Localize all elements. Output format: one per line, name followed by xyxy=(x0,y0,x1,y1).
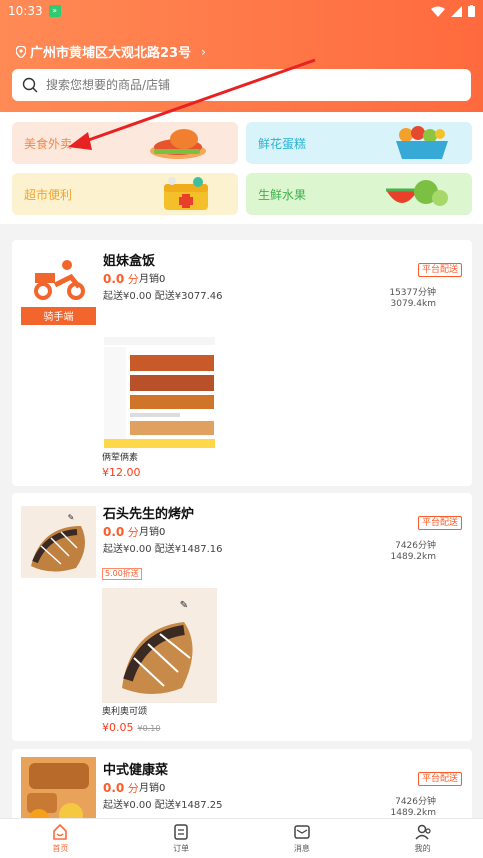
product-image[interactable]: ✎ xyxy=(102,588,217,703)
store-card[interactable]: ✎ 石头先生的烤炉 0.0 分 月销0 起送¥0.00 配送¥1487.16 平… xyxy=(12,493,472,741)
platform-delivery-badge: 平台配送 xyxy=(417,772,462,786)
store-logo: ✎ xyxy=(21,506,96,578)
category-label: 超市便利 xyxy=(24,188,73,202)
food-plate-icon xyxy=(150,129,206,159)
bottom-tab-bar: 首页 订单 消息 我的 xyxy=(0,818,483,858)
product-name: 俩荤俩素 xyxy=(102,453,139,463)
orders-icon xyxy=(174,824,188,840)
tab-label: 消息 xyxy=(293,844,310,853)
store-score-unit: 分 xyxy=(127,526,139,539)
medical-kit-icon xyxy=(164,177,208,210)
category-fresh-fruit[interactable]: 生鲜水果 xyxy=(246,173,472,215)
store-distance: 1489.2km xyxy=(390,808,436,818)
tab-label: 首页 xyxy=(52,844,69,853)
store-score-unit: 分 xyxy=(127,273,139,286)
status-bar: 10:33 » xyxy=(0,0,483,22)
category-food-delivery[interactable]: 美食外卖 xyxy=(12,122,238,164)
profile-icon xyxy=(415,824,431,840)
logo-text: 骑手端 xyxy=(44,310,74,323)
location-text: 广州市黄埔区大观北路23号 xyxy=(30,46,192,61)
store-name: 中式健康菜 xyxy=(103,763,169,778)
store-sales: 月销0 xyxy=(139,274,166,285)
product-image[interactable] xyxy=(102,335,217,450)
store-card[interactable]: 中式健康菜 0.0 分 月销0 起送¥0.00 配送¥1487.25 平台配送 … xyxy=(12,749,472,829)
status-time: 10:33 xyxy=(8,4,43,18)
store-delivery-time: 7426分钟 xyxy=(395,797,436,807)
store-name: 石头先生的烤炉 xyxy=(103,507,195,522)
store-delivery-fee: 起送¥0.00 配送¥3077.46 xyxy=(103,291,223,302)
store-sales: 月销0 xyxy=(139,527,166,538)
store-score: 0.0 分 xyxy=(103,271,139,287)
flower-basket-icon xyxy=(396,126,448,159)
app-notification-icon: » xyxy=(48,5,61,17)
store-score-unit: 分 xyxy=(127,782,139,795)
chevron-right-icon: › xyxy=(201,44,206,59)
store-delivery-time: 7426分钟 xyxy=(395,541,436,551)
tab-home[interactable]: 首页 xyxy=(0,819,121,858)
store-score-value: 0.0 xyxy=(103,781,125,795)
product-price: ¥12.00 xyxy=(102,466,141,479)
discount-badge: 5.00折送 xyxy=(102,568,142,580)
category-label: 生鲜水果 xyxy=(258,188,307,202)
product-price: ¥0.05 ¥0.10 xyxy=(102,721,160,734)
store-name: 姐妹盒饭 xyxy=(103,254,156,269)
search-input[interactable] xyxy=(46,78,461,92)
store-delivery-fee: 起送¥0.00 配送¥1487.25 xyxy=(103,800,223,811)
product-price-old: ¥0.10 xyxy=(137,724,161,733)
store-delivery-fee: 起送¥0.00 配送¥1487.16 xyxy=(103,544,223,555)
category-label: 鲜花蛋糕 xyxy=(258,137,307,151)
message-icon xyxy=(294,825,310,839)
platform-delivery-badge: 平台配送 xyxy=(417,516,462,530)
signal-icon xyxy=(451,5,462,17)
store-score: 0.0 分 xyxy=(103,524,139,540)
wifi-icon xyxy=(431,6,445,17)
category-supermarket[interactable]: 超市便利 xyxy=(12,173,238,215)
tab-label: 订单 xyxy=(173,844,190,853)
search-icon xyxy=(22,77,38,93)
store-distance: 1489.2km xyxy=(390,552,436,562)
svg-text:✎: ✎ xyxy=(180,600,188,611)
store-sales: 月销0 xyxy=(139,783,166,794)
tab-label: 我的 xyxy=(414,844,431,853)
category-panel: 美食外卖 鲜花蛋糕 超市便利 生鲜水果 xyxy=(0,112,483,224)
store-card[interactable]: 骑手端 姐妹盒饭 0.0 分 月销0 起送¥0.00 配送¥3077.46 平台… xyxy=(12,240,472,486)
product-name: 奥利奥可颂 xyxy=(102,707,148,717)
fruit-icon xyxy=(386,180,448,206)
platform-delivery-badge: 平台配送 xyxy=(417,263,462,277)
search-bar[interactable] xyxy=(12,69,471,101)
product-price-current: ¥0.05 xyxy=(102,721,134,734)
location-pin-icon xyxy=(16,45,26,58)
status-icons xyxy=(431,5,475,17)
store-delivery-time: 15377分钟 xyxy=(389,288,436,298)
svg-text:✎: ✎ xyxy=(68,513,75,522)
tab-messages[interactable]: 消息 xyxy=(242,819,363,858)
store-distance: 3079.4km xyxy=(390,299,436,309)
home-icon xyxy=(53,824,68,840)
battery-icon xyxy=(468,5,475,17)
store-logo: 骑手端 xyxy=(21,253,96,325)
category-label: 美食外卖 xyxy=(24,137,73,151)
store-score: 0.0 分 xyxy=(103,780,139,796)
store-score-value: 0.0 xyxy=(103,272,125,286)
tab-orders[interactable]: 订单 xyxy=(121,819,242,858)
location-selector[interactable]: 广州市黄埔区大观北路23号 › xyxy=(16,42,206,61)
store-score-value: 0.0 xyxy=(103,525,125,539)
header: 广州市黄埔区大观北路23号 › xyxy=(0,22,483,112)
category-flowers-cakes[interactable]: 鲜花蛋糕 xyxy=(246,122,472,164)
tab-profile[interactable]: 我的 xyxy=(362,819,483,858)
